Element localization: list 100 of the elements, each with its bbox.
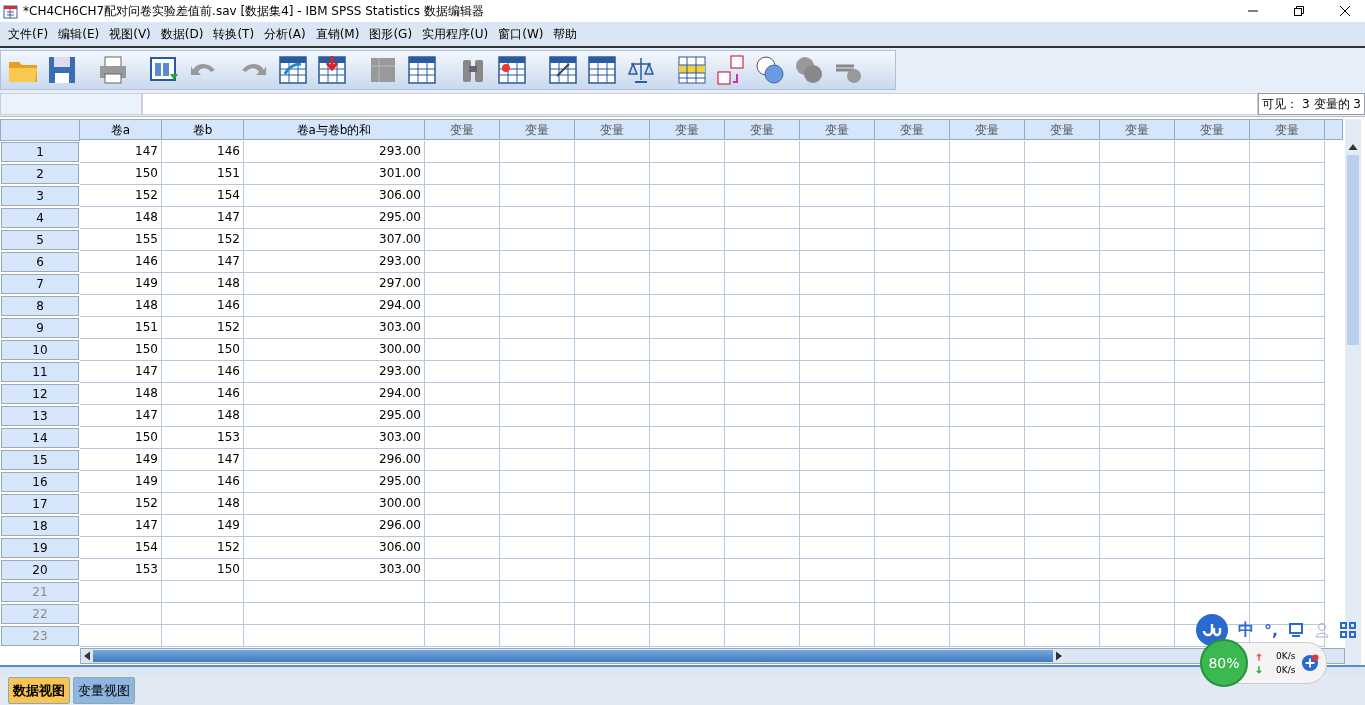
menu-item[interactable]: 数据(D) bbox=[156, 25, 210, 43]
view-tab[interactable]: 变量视图 bbox=[73, 677, 135, 704]
column-header[interactable]: 变量 bbox=[1175, 119, 1250, 140]
row-number[interactable]: 3 bbox=[1, 186, 79, 206]
table-cell: 151 bbox=[80, 317, 162, 339]
table-cell: 148 bbox=[162, 405, 244, 427]
row-number[interactable]: 14 bbox=[1, 428, 79, 448]
table-cell: 301.00 bbox=[244, 163, 425, 185]
table-cell: 150 bbox=[162, 339, 244, 361]
table-cell: 146 bbox=[162, 471, 244, 493]
table-cell: 297.00 bbox=[244, 273, 425, 295]
table-cell: 150 bbox=[80, 163, 162, 185]
column-header[interactable]: 变量 bbox=[950, 119, 1025, 140]
table-cell: 149 bbox=[80, 471, 162, 493]
menu-item[interactable]: 直销(M) bbox=[311, 25, 366, 43]
column-header[interactable]: 卷a与卷b的和 bbox=[244, 119, 425, 140]
table-cell: 152 bbox=[162, 317, 244, 339]
row-number[interactable]: 7 bbox=[1, 274, 79, 294]
column-header[interactable]: 卷a bbox=[80, 119, 162, 140]
visible-variables-count: 可见： 3 变量的 3 bbox=[1258, 93, 1365, 115]
column-header[interactable]: 变量 bbox=[575, 119, 650, 140]
table-cell: 149 bbox=[80, 273, 162, 295]
table-cell: 148 bbox=[162, 273, 244, 295]
table-cell: 295.00 bbox=[244, 471, 425, 493]
table-cell: 146 bbox=[162, 383, 244, 405]
table-cell: 154 bbox=[162, 185, 244, 207]
row-number[interactable]: 2 bbox=[1, 164, 79, 184]
row-number[interactable]: 9 bbox=[1, 318, 79, 338]
table-cell: 146 bbox=[162, 361, 244, 383]
table-cell: 306.00 bbox=[244, 185, 425, 207]
table-cell: 296.00 bbox=[244, 449, 425, 471]
column-header[interactable]: 变量 bbox=[800, 119, 875, 140]
row-number[interactable]: 1 bbox=[1, 142, 79, 162]
column-header[interactable]: 卷b bbox=[162, 119, 244, 140]
table-cell: 148 bbox=[162, 493, 244, 515]
row-number[interactable]: 16 bbox=[1, 472, 79, 492]
menu-item[interactable]: 实用程序(U) bbox=[418, 25, 495, 43]
table-cell: 148 bbox=[80, 207, 162, 229]
table-cell: 150 bbox=[80, 339, 162, 361]
table-cell: 151 bbox=[162, 163, 244, 185]
table-cell: 148 bbox=[80, 383, 162, 405]
view-tab[interactable]: 数据视图 bbox=[8, 677, 70, 704]
menu-item[interactable]: 帮助 bbox=[549, 25, 584, 43]
row-number[interactable]: 17 bbox=[1, 494, 79, 514]
row-number[interactable]: 4 bbox=[1, 208, 79, 228]
table-cell: 152 bbox=[162, 229, 244, 251]
table-cell: 149 bbox=[162, 515, 244, 537]
row-number[interactable]: 10 bbox=[1, 340, 79, 360]
table-cell: 152 bbox=[80, 185, 162, 207]
table-cell: 150 bbox=[80, 427, 162, 449]
table-cell: 296.00 bbox=[244, 515, 425, 537]
row-number[interactable]: 6 bbox=[1, 252, 79, 272]
row-number[interactable]: 18 bbox=[1, 516, 79, 536]
row-number[interactable]: 8 bbox=[1, 296, 79, 316]
row-number[interactable]: 5 bbox=[1, 230, 79, 250]
column-header[interactable]: 变量 bbox=[1025, 119, 1100, 140]
download-rate: 0K/s bbox=[1276, 664, 1296, 677]
row-number[interactable]: 15 bbox=[1, 450, 79, 470]
table-cell: 148 bbox=[80, 295, 162, 317]
menu-item[interactable]: 转换(T) bbox=[209, 25, 261, 43]
table-cell: 303.00 bbox=[244, 559, 425, 581]
menu-item[interactable]: 视图(V) bbox=[105, 25, 157, 43]
row-number[interactable]: 11 bbox=[1, 362, 79, 382]
table-cell: 295.00 bbox=[244, 207, 425, 229]
table-cell: 147 bbox=[80, 405, 162, 427]
menu-item[interactable]: 文件(F) bbox=[4, 25, 55, 43]
table-cell: 293.00 bbox=[244, 141, 425, 163]
menu-item[interactable]: 分析(A) bbox=[260, 25, 312, 43]
menu-item[interactable]: 窗口(W) bbox=[494, 25, 550, 43]
table-cell: 293.00 bbox=[244, 251, 425, 273]
table-cell: 294.00 bbox=[244, 383, 425, 405]
punctuation-toggle[interactable]: °, bbox=[1264, 620, 1279, 640]
table-cell: 306.00 bbox=[244, 537, 425, 559]
row-number[interactable]: 20 bbox=[1, 560, 79, 580]
column-header[interactable]: 变量 bbox=[650, 119, 725, 140]
row-number[interactable]: 13 bbox=[1, 406, 79, 426]
column-header[interactable]: 变量 bbox=[1250, 119, 1325, 140]
table-cell: 300.00 bbox=[244, 493, 425, 515]
table-cell: 147 bbox=[162, 207, 244, 229]
table-cell: 294.00 bbox=[244, 295, 425, 317]
table-cell: 147 bbox=[162, 449, 244, 471]
column-header[interactable]: 变量 bbox=[1100, 119, 1175, 140]
row-number[interactable]: 19 bbox=[1, 538, 79, 558]
table-cell: 155 bbox=[80, 229, 162, 251]
table-cell: 147 bbox=[80, 141, 162, 163]
menu-item[interactable]: 图形(G) bbox=[365, 25, 419, 43]
column-header[interactable]: 变量 bbox=[425, 119, 500, 140]
ime-mode-toggle[interactable]: 中 bbox=[1238, 619, 1254, 641]
table-cell: 147 bbox=[162, 251, 244, 273]
column-header[interactable]: 变量 bbox=[875, 119, 950, 140]
table-cell: 146 bbox=[162, 295, 244, 317]
column-header[interactable]: 变量 bbox=[500, 119, 575, 140]
table-cell: 147 bbox=[80, 361, 162, 383]
row-number[interactable]: 12 bbox=[1, 384, 79, 404]
column-header[interactable]: 变量 bbox=[725, 119, 800, 140]
table-cell: 154 bbox=[80, 537, 162, 559]
menu-item[interactable]: 编辑(E) bbox=[54, 25, 106, 43]
upload-rate: 0K/s bbox=[1276, 650, 1296, 663]
table-cell: 295.00 bbox=[244, 405, 425, 427]
table-cell: 307.00 bbox=[244, 229, 425, 251]
